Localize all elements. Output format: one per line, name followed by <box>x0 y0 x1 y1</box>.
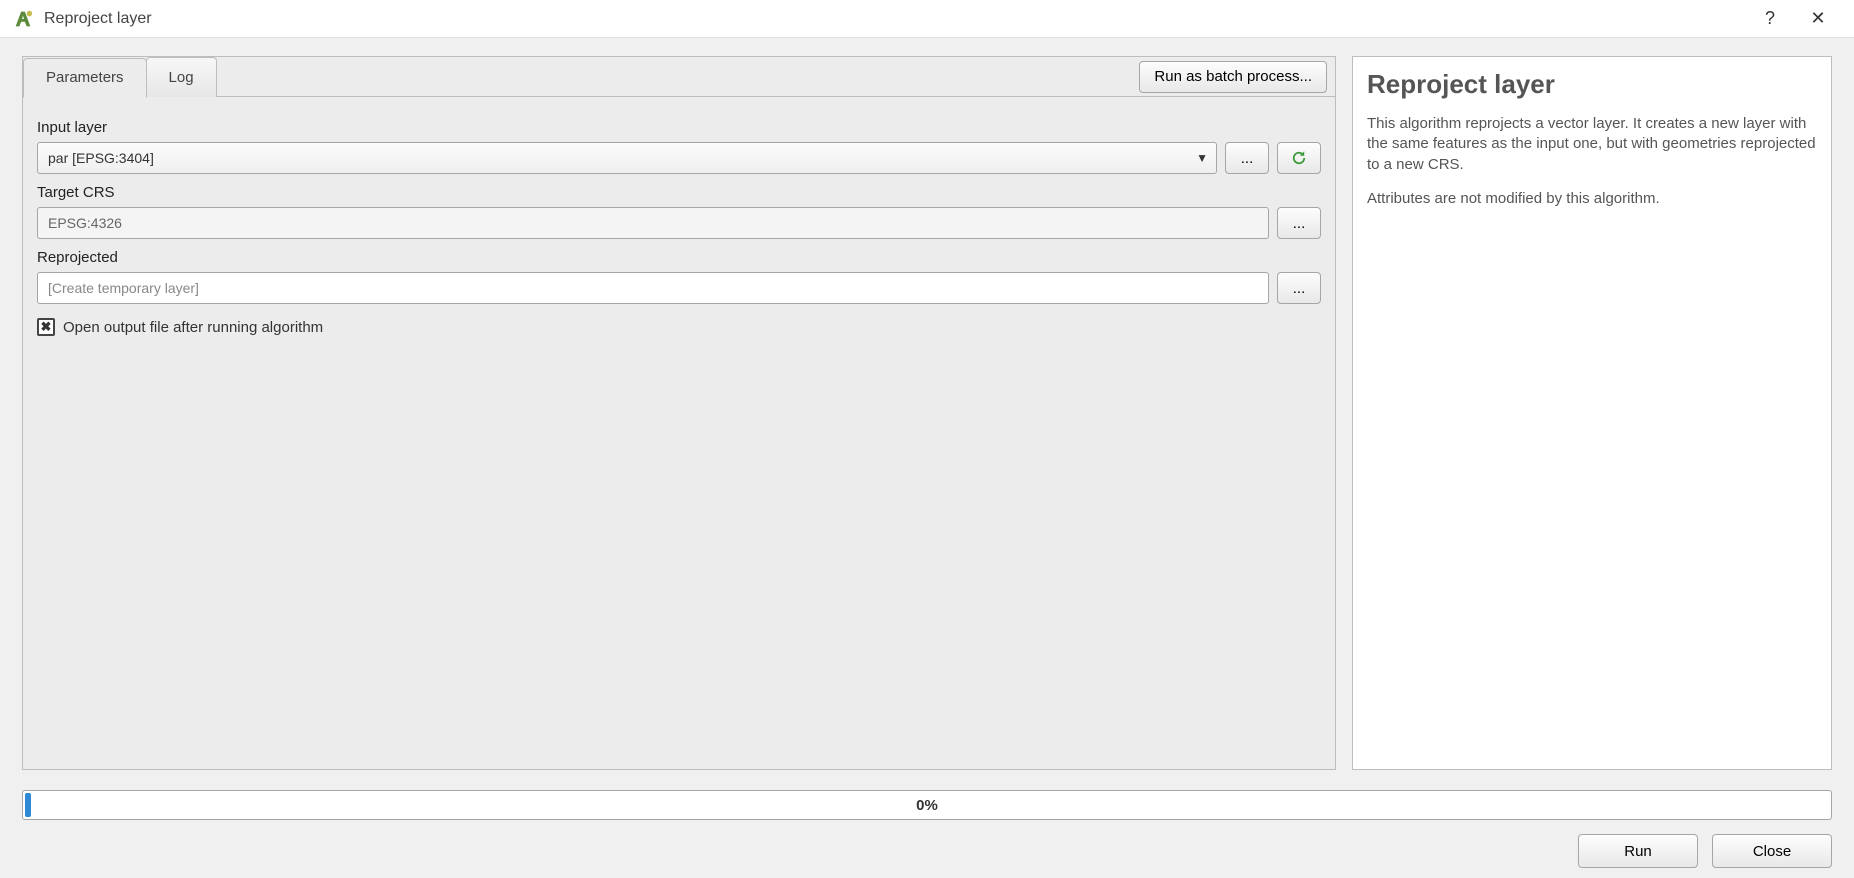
reprojected-row: [Create temporary layer] ... <box>37 272 1321 304</box>
target-crs-value: EPSG:4326 <box>48 215 122 231</box>
titlebar: Reproject layer ? ✕ <box>0 0 1854 38</box>
run-button[interactable]: Run <box>1578 834 1698 868</box>
input-layer-value: par [EPSG:3404] <box>48 150 154 166</box>
reprojected-output-input[interactable]: [Create temporary layer] <box>37 272 1269 304</box>
open-output-row: ✖ Open output file after running algorit… <box>37 318 1321 336</box>
progress-row: 0% <box>22 790 1832 820</box>
reprojected-browse-button[interactable]: ... <box>1277 272 1321 304</box>
help-button[interactable]: ? <box>1746 1 1794 37</box>
input-layer-reload-button[interactable] <box>1277 142 1321 174</box>
dialog-button-row: Run Close <box>22 834 1832 868</box>
form-area: Input layer par [EPSG:3404] ▼ ... Target… <box>23 97 1335 348</box>
tab-parameters[interactable]: Parameters <box>23 58 147 98</box>
open-output-label: Open output file after running algorithm <box>63 319 323 336</box>
input-layer-row: par [EPSG:3404] ▼ ... <box>37 142 1321 174</box>
input-layer-browse-button[interactable]: ... <box>1225 142 1269 174</box>
reprojected-placeholder: [Create temporary layer] <box>48 280 199 296</box>
run-batch-button[interactable]: Run as batch process... <box>1139 61 1327 93</box>
progress-fill <box>25 793 31 817</box>
progress-bar: 0% <box>22 790 1832 820</box>
reprojected-label: Reprojected <box>37 249 1321 266</box>
input-layer-label: Input layer <box>37 119 1321 136</box>
chevron-down-icon: ▼ <box>1196 151 1208 165</box>
dialog-body: Parameters Log Run as batch process... I… <box>0 38 1854 878</box>
tab-row: Parameters Log Run as batch process... <box>23 57 1335 97</box>
open-output-checkbox[interactable]: ✖ <box>37 318 55 336</box>
window-close-button[interactable]: ✕ <box>1794 1 1842 37</box>
target-crs-input[interactable]: EPSG:4326 <box>37 207 1269 239</box>
progress-percent: 0% <box>916 797 938 814</box>
window-title: Reproject layer <box>44 10 1746 28</box>
input-layer-combo[interactable]: par [EPSG:3404] ▼ <box>37 142 1217 174</box>
parameters-panel: Parameters Log Run as batch process... I… <box>22 56 1336 770</box>
help-paragraph-1: This algorithm reprojects a vector layer… <box>1367 114 1817 175</box>
reload-icon <box>1290 149 1308 167</box>
help-paragraph-2: Attributes are not modified by this algo… <box>1367 189 1817 209</box>
help-title: Reproject layer <box>1367 69 1817 100</box>
main-area: Parameters Log Run as batch process... I… <box>22 56 1832 770</box>
qgis-app-icon <box>12 8 34 30</box>
help-panel: Reproject layer This algorithm reproject… <box>1352 56 1832 770</box>
target-crs-row: EPSG:4326 ... <box>37 207 1321 239</box>
tab-log[interactable]: Log <box>146 57 217 97</box>
target-crs-label: Target CRS <box>37 184 1321 201</box>
target-crs-browse-button[interactable]: ... <box>1277 207 1321 239</box>
close-button[interactable]: Close <box>1712 834 1832 868</box>
